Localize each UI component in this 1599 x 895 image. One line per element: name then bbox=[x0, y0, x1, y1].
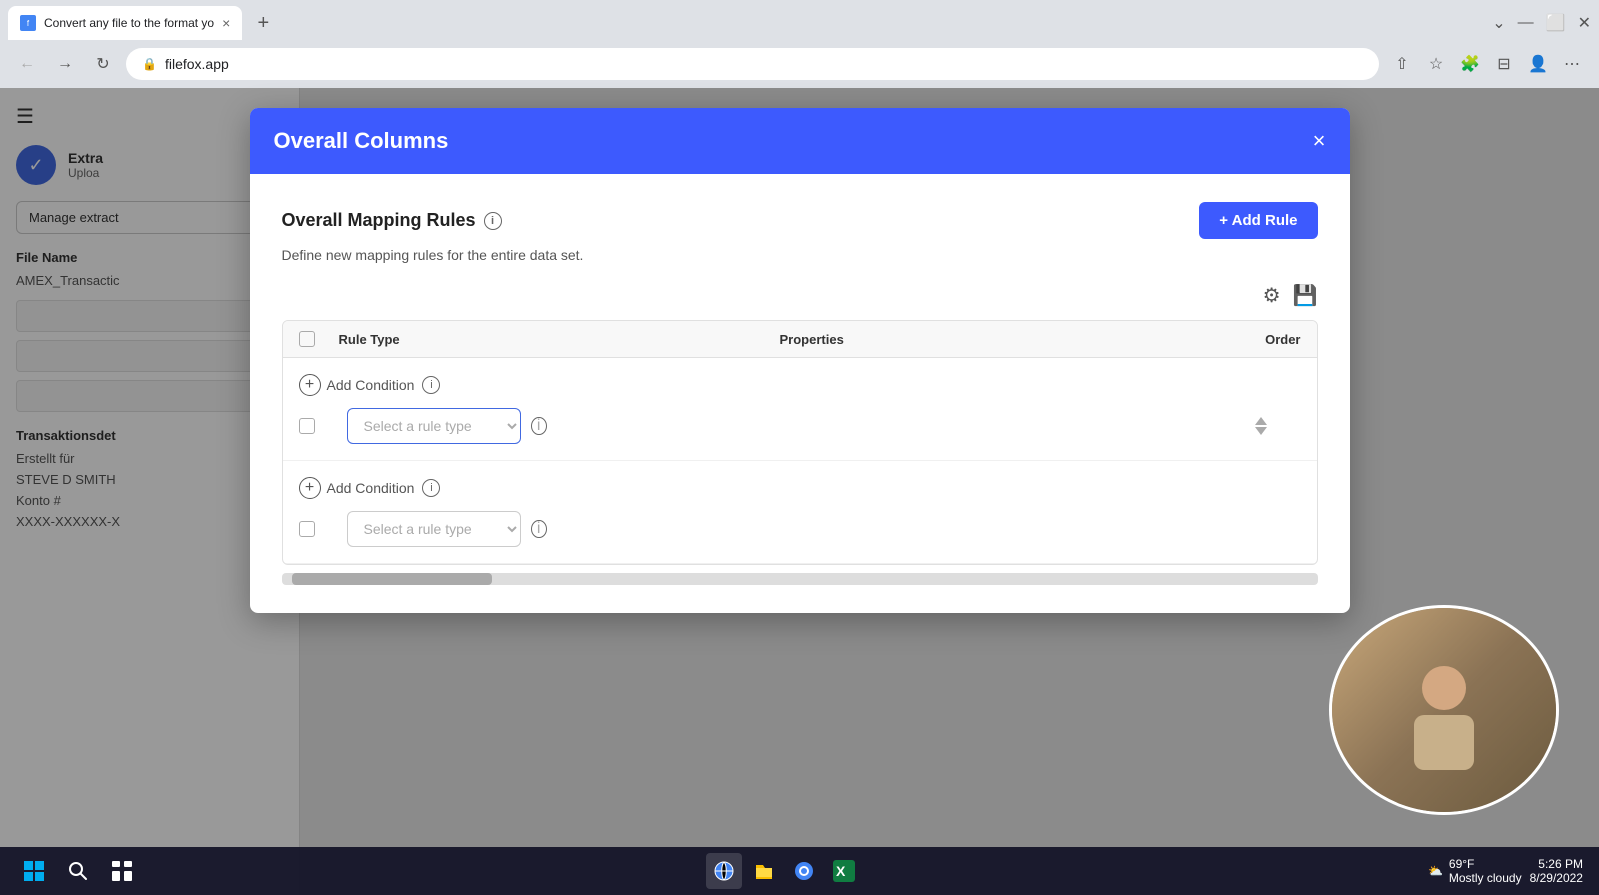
tab-close-button[interactable]: × bbox=[222, 15, 230, 31]
menu-icon[interactable]: ⋯ bbox=[1557, 49, 1587, 79]
taskbar-right: ⛅ 69°F Mostly cloudy 5:26 PM 8/29/2022 bbox=[1428, 857, 1583, 885]
taskbar-search-icon[interactable] bbox=[60, 853, 96, 889]
mapping-rules-description: Define new mapping rules for the entire … bbox=[282, 247, 1318, 263]
tab-dropdown-icon[interactable]: ⌄ bbox=[1492, 13, 1505, 33]
horizontal-scrollbar[interactable] bbox=[282, 573, 1318, 585]
clock-widget: 5:26 PM 8/29/2022 bbox=[1530, 857, 1583, 885]
address-text: filefox.app bbox=[165, 56, 229, 72]
weather-desc: Mostly cloudy bbox=[1449, 871, 1522, 885]
table-header: Rule Type Properties Order bbox=[283, 321, 1317, 358]
taskbar-browser-icon[interactable] bbox=[706, 853, 742, 889]
tab-favicon: f bbox=[20, 15, 36, 31]
weather-info: 69°F Mostly cloudy bbox=[1449, 857, 1522, 885]
taskbar-files-icon[interactable] bbox=[746, 853, 782, 889]
taskbar-taskview-icon[interactable] bbox=[104, 853, 140, 889]
save-icon[interactable]: 💾 bbox=[1293, 283, 1318, 308]
col-rule-type: Rule Type bbox=[339, 332, 780, 347]
rule-select-info-icon-1[interactable]: i bbox=[531, 417, 547, 435]
plus-circle-icon-2: + bbox=[299, 477, 321, 499]
add-condition-row-2: + Add Condition i bbox=[299, 477, 1301, 499]
add-condition-button-1[interactable]: + Add Condition bbox=[299, 374, 415, 396]
restore-icon[interactable]: ⬜ bbox=[1546, 13, 1566, 33]
security-lock-icon: 🔒 bbox=[142, 57, 157, 71]
rule-select-container-1: Select a rule type i bbox=[347, 408, 547, 444]
rule-section-1: + Add Condition i Select a rule type bbox=[283, 358, 1317, 461]
mapping-rules-header: Overall Mapping Rules i + Add Rule bbox=[282, 202, 1318, 239]
select-all-checkbox[interactable] bbox=[299, 331, 315, 347]
settings-icon[interactable]: ⚙ bbox=[1263, 283, 1281, 308]
rule-section-2: + Add Condition i Select a rule type bbox=[283, 461, 1317, 564]
add-condition-info-icon-2[interactable]: i bbox=[422, 479, 440, 497]
rules-table: Rule Type Properties Order + Add Conditi… bbox=[282, 320, 1318, 565]
weather-icon: ⛅ bbox=[1428, 864, 1443, 878]
windows-start-button[interactable] bbox=[16, 853, 52, 889]
forward-button[interactable]: → bbox=[50, 49, 80, 79]
back-button[interactable]: ← bbox=[12, 49, 42, 79]
add-condition-label-1: Add Condition bbox=[327, 377, 415, 393]
close-window-icon[interactable]: ✕ bbox=[1578, 13, 1591, 33]
modal-title: Overall Columns bbox=[274, 128, 449, 154]
toolbar-right: ⚙ 💾 bbox=[282, 283, 1318, 308]
mapping-rules-title-text: Overall Mapping Rules bbox=[282, 210, 476, 231]
rule-type-select-1[interactable]: Select a rule type bbox=[347, 408, 521, 444]
add-condition-row-1: + Add Condition i bbox=[299, 374, 1301, 396]
plus-circle-icon-1: + bbox=[299, 374, 321, 396]
taskbar-center: X bbox=[706, 853, 862, 889]
add-condition-button-2[interactable]: + Add Condition bbox=[299, 477, 415, 499]
taskbar: X ⛅ 69°F Mostly cloudy 5:26 PM 8/29/2022 bbox=[0, 847, 1599, 895]
taskbar-excel-icon[interactable]: X bbox=[826, 853, 862, 889]
browser-chrome: f Convert any file to the format yo × + … bbox=[0, 0, 1599, 88]
col-properties: Properties bbox=[780, 332, 1221, 347]
add-condition-label-2: Add Condition bbox=[327, 480, 415, 496]
rule-select-info-icon-2[interactable]: i bbox=[531, 520, 547, 538]
video-overlay bbox=[1329, 605, 1559, 815]
new-tab-button[interactable]: + bbox=[248, 8, 278, 38]
reload-button[interactable]: ↻ bbox=[88, 49, 118, 79]
rule-type-select-2[interactable]: Select a rule type bbox=[347, 511, 521, 547]
modal-body: Overall Mapping Rules i + Add Rule Defin… bbox=[250, 174, 1350, 613]
mapping-rules-info-icon[interactable]: i bbox=[484, 212, 502, 230]
tab-extras: ⌄ — ⬜ ✕ bbox=[1484, 13, 1591, 33]
minimize-icon[interactable]: — bbox=[1518, 14, 1534, 32]
taskbar-left bbox=[16, 853, 140, 889]
tab-title: Convert any file to the format yo bbox=[44, 16, 214, 30]
add-rule-button[interactable]: + Add Rule bbox=[1199, 202, 1317, 239]
tab-bar: f Convert any file to the format yo × + … bbox=[0, 0, 1599, 40]
modal-dialog: Overall Columns × Overall Mapping Rules … bbox=[250, 108, 1350, 613]
modal-close-button[interactable]: × bbox=[1313, 128, 1326, 154]
share-icon[interactable]: ⇧ bbox=[1387, 49, 1417, 79]
scroll-thumb[interactable] bbox=[292, 573, 492, 585]
address-input[interactable]: 🔒 filefox.app bbox=[126, 48, 1379, 80]
rule-row-2: Select a rule type i bbox=[299, 511, 1301, 547]
rule-checkbox-2[interactable] bbox=[299, 521, 315, 537]
taskbar-chrome-icon[interactable] bbox=[786, 853, 822, 889]
address-bar: ← → ↻ 🔒 filefox.app ⇧ ☆ 🧩 ⊟ 👤 ⋯ bbox=[0, 40, 1599, 88]
rule-row-1: Select a rule type i bbox=[299, 408, 1301, 444]
browser-actions: ⇧ ☆ 🧩 ⊟ 👤 ⋯ bbox=[1387, 49, 1587, 79]
rule-select-container-2: Select a rule type i bbox=[347, 511, 547, 547]
webcam-video bbox=[1332, 608, 1556, 812]
bookmark-icon[interactable]: ☆ bbox=[1421, 49, 1451, 79]
order-up-arrow-1[interactable] bbox=[1255, 417, 1267, 425]
svg-text:X: X bbox=[836, 863, 846, 879]
taskbar-date: 8/29/2022 bbox=[1530, 871, 1583, 885]
add-condition-info-icon-1[interactable]: i bbox=[422, 376, 440, 394]
active-tab[interactable]: f Convert any file to the format yo × bbox=[8, 6, 242, 40]
mapping-rules-title-container: Overall Mapping Rules i bbox=[282, 210, 502, 231]
col-order: Order bbox=[1221, 332, 1301, 347]
table-body: + Add Condition i Select a rule type bbox=[283, 358, 1317, 564]
modal-header: Overall Columns × bbox=[250, 108, 1350, 174]
rule-checkbox-1[interactable] bbox=[299, 418, 315, 434]
weather-widget: ⛅ 69°F Mostly cloudy bbox=[1428, 857, 1522, 885]
order-arrows-1[interactable] bbox=[1221, 417, 1301, 435]
extensions-icon[interactable]: 🧩 bbox=[1455, 49, 1485, 79]
sidebar-toggle-icon[interactable]: ⊟ bbox=[1489, 49, 1519, 79]
profile-icon[interactable]: 👤 bbox=[1523, 49, 1553, 79]
taskbar-time: 5:26 PM bbox=[1538, 857, 1583, 871]
weather-temp: 69°F bbox=[1449, 857, 1522, 871]
order-down-arrow-1[interactable] bbox=[1255, 427, 1267, 435]
